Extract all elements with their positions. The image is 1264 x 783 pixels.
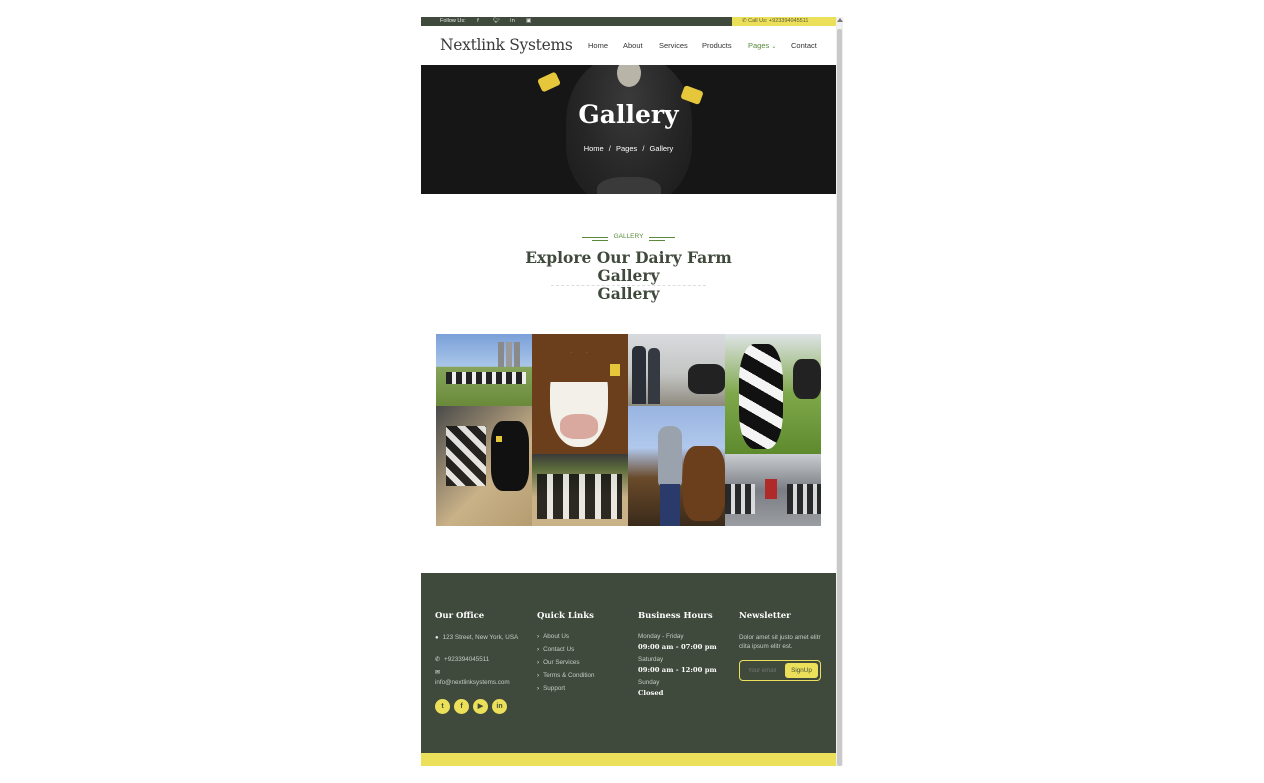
newsletter-email-input[interactable] — [748, 665, 786, 676]
hours-day: Monday - Friday — [638, 633, 684, 640]
nav-about[interactable]: About — [623, 41, 643, 50]
gallery-photo-farmer-woman[interactable] — [628, 406, 725, 526]
hours-time: Closed — [638, 689, 664, 697]
footer-link-label: Contact Us — [543, 646, 575, 653]
breadcrumb: Home / Pages / Gallery — [421, 144, 836, 153]
breadcrumb-separator: / — [608, 144, 611, 153]
hours-time: 09:00 am - 07:00 pm — [638, 643, 717, 651]
footer-address: ● 123 Street, New York, USA — [435, 633, 525, 643]
facebook-icon[interactable]: f — [477, 17, 479, 26]
linkedin-icon[interactable]: in — [492, 699, 507, 714]
email-text: info@nextlinksystems.com — [435, 679, 510, 686]
address-text: 123 Street, New York, USA — [442, 634, 519, 641]
hero-cow-nose — [597, 177, 661, 194]
breadcrumb-separator: / — [642, 144, 645, 153]
chevron-right-icon: › — [537, 659, 540, 666]
chevron-down-icon: ⌄ — [771, 44, 777, 50]
envelope-icon: ✉ — [435, 670, 441, 676]
breadcrumb-current: Gallery — [649, 144, 674, 153]
nav-contact[interactable]: Contact — [791, 41, 817, 50]
newsletter-text: Dolor amet sit justo amet elitr clita ip… — [739, 634, 821, 650]
breadcrumb-pages[interactable]: Pages — [616, 144, 637, 153]
chevron-right-icon: › — [537, 633, 540, 640]
page-hero: Gallery Home / Pages / Gallery — [421, 65, 836, 194]
follow-label: Follow Us: — [440, 18, 466, 24]
scrollbar-thumb[interactable] — [837, 29, 842, 766]
browser-page: Follow Us: f 🐦︎ in ▣ ✆ Call Us: +9233940… — [421, 17, 836, 766]
footer-email[interactable]: ✉ info@nextlinksystems.com — [435, 669, 530, 687]
footer-link-label: Support — [543, 685, 566, 692]
footer-link-services[interactable]: › Our Services — [537, 659, 580, 666]
topbar: Follow Us: f 🐦︎ in ▣ ✆ Call Us: +9233940… — [421, 17, 836, 26]
nav-products[interactable]: Products — [702, 41, 732, 50]
section-heading: Explore Our Dairy Farm Gallery Gallery — [421, 249, 836, 303]
youtube-icon[interactable]: ▶ — [473, 699, 488, 714]
brand-logo[interactable]: Nextlink Systems — [440, 36, 573, 54]
linkedin-icon[interactable]: in — [510, 17, 515, 26]
tag-line-left — [592, 240, 608, 241]
section-tag: GALLERY — [613, 233, 644, 240]
signup-button[interactable]: SignUp — [785, 663, 818, 678]
facebook-icon[interactable]: f — [454, 699, 469, 714]
chevron-right-icon: › — [537, 672, 540, 679]
hours-time: 09:00 am - 12:00 pm — [638, 666, 717, 674]
footer-phone[interactable]: ✆ +923394045511 — [435, 656, 489, 663]
phone-text: +923394045511 — [444, 656, 490, 663]
footer-newsletter-title: Newsletter — [739, 611, 791, 621]
footer-link-label: Terms & Condition — [543, 672, 595, 679]
footer-link-label: About Us — [543, 633, 570, 640]
hours-day: Sunday — [638, 679, 660, 686]
hero-cow-ear-tag — [536, 71, 562, 93]
phone-icon: ✆ — [435, 657, 441, 663]
twitter-icon[interactable]: 🐦︎ — [493, 17, 500, 26]
call-us-bar[interactable]: ✆ Call Us: +923394045511 — [732, 17, 836, 26]
gallery-photo-farmers[interactable] — [628, 334, 725, 406]
page-scrollbar[interactable] — [836, 17, 843, 766]
tag-line-right — [649, 240, 665, 241]
gallery-grid — [436, 334, 821, 526]
hours-day: Saturday — [638, 656, 664, 663]
gallery-photo-barn-cows[interactable] — [532, 454, 628, 526]
footer-hours-title: Business Hours — [638, 611, 713, 621]
twitter-icon[interactable]: t — [435, 699, 450, 714]
navbar: Nextlink Systems Home About Services Pro… — [421, 26, 836, 65]
breadcrumb-home[interactable]: Home — [584, 144, 604, 153]
footer-link-contact[interactable]: › Contact Us — [537, 646, 574, 653]
heading-line: Gallery — [597, 266, 660, 285]
heading-artifact — [551, 285, 706, 287]
chevron-right-icon: › — [537, 685, 540, 692]
footer-office-title: Our Office — [435, 611, 485, 621]
call-label: Call Us: +923394045511 — [748, 18, 809, 24]
footer-link-label: Our Services — [543, 659, 580, 666]
location-pin-icon: ● — [435, 635, 439, 641]
page-title: Gallery — [578, 100, 679, 129]
gallery-photo-silos[interactable] — [436, 334, 532, 406]
instagram-icon[interactable]: ▣ — [526, 17, 531, 26]
gallery-photo-cow-face[interactable] — [532, 334, 628, 454]
gallery-photo-barn-interior[interactable] — [725, 454, 821, 526]
nav-home[interactable]: Home — [588, 41, 608, 50]
chevron-right-icon: › — [537, 646, 540, 653]
gallery-photo-feeding[interactable] — [436, 406, 532, 526]
nav-pages[interactable]: Pages ⌄ — [748, 41, 776, 50]
scroll-up-arrow-icon[interactable] — [837, 18, 843, 22]
footer-link-support[interactable]: › Support — [537, 685, 565, 692]
heading-line: Explore Our Dairy Farm — [525, 248, 732, 267]
footer: Our Office ● 123 Street, New York, USA ✆ +… — [421, 573, 836, 753]
footer-link-terms[interactable]: › Terms & Condition — [537, 672, 595, 679]
gallery-photo-cow-field[interactable] — [725, 334, 821, 454]
footer-quicklinks-title: Quick Links — [537, 611, 594, 621]
nav-pages-label: Pages — [748, 41, 770, 50]
heading-line: Gallery — [597, 284, 660, 303]
footer-link-about[interactable]: › About Us — [537, 633, 569, 640]
footer-bottom-bar — [421, 753, 836, 766]
nav-services[interactable]: Services — [659, 41, 688, 50]
newsletter-form: SignUp — [739, 660, 821, 681]
